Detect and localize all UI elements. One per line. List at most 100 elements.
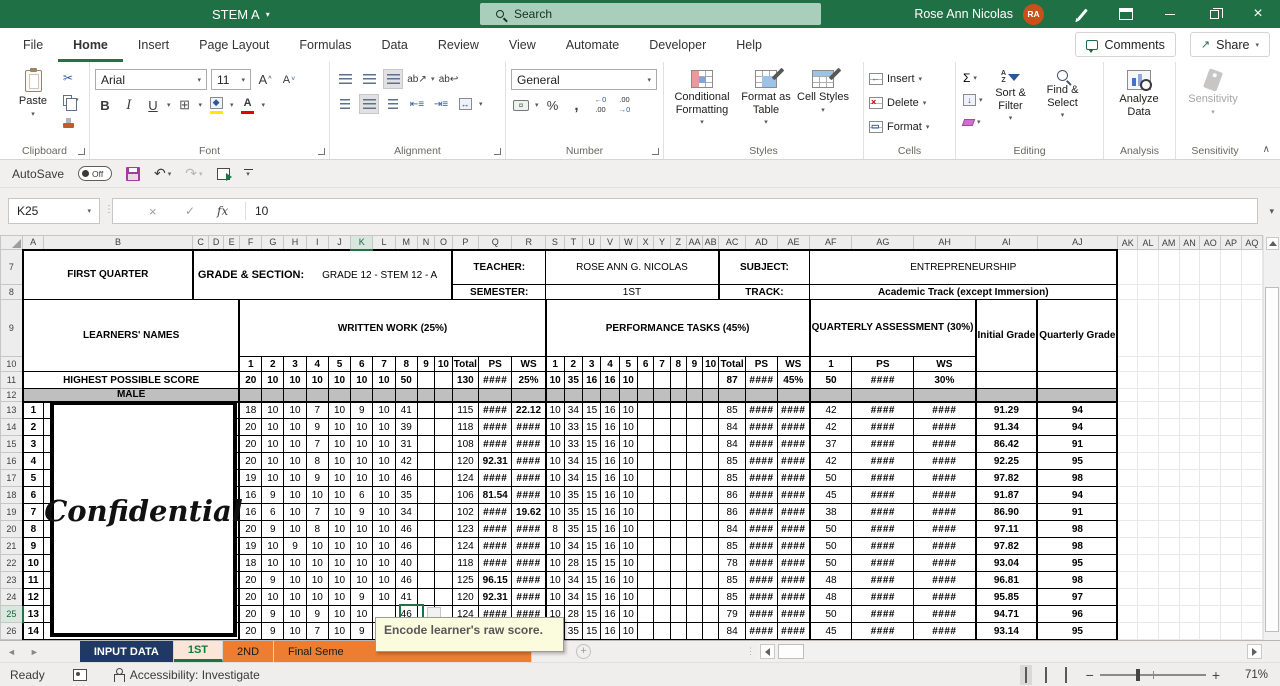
cell[interactable]: 97.82 bbox=[974, 469, 1038, 487]
cell[interactable]: #### bbox=[511, 469, 547, 487]
cell[interactable] bbox=[1240, 469, 1263, 487]
cell[interactable]: 11 bbox=[21, 571, 44, 589]
cell[interactable] bbox=[702, 554, 720, 572]
cell[interactable]: 10 bbox=[327, 605, 352, 623]
cell[interactable] bbox=[702, 452, 720, 470]
cell[interactable]: #### bbox=[776, 537, 811, 555]
cell[interactable] bbox=[653, 503, 671, 521]
cell[interactable]: 85 bbox=[718, 571, 746, 589]
restore-button[interactable] bbox=[1192, 0, 1236, 28]
cell[interactable]: #### bbox=[511, 452, 547, 470]
cell[interactable] bbox=[702, 503, 720, 521]
cell[interactable]: #### bbox=[851, 571, 915, 589]
cell[interactable]: 98 bbox=[1036, 469, 1119, 487]
cell[interactable]: 10 bbox=[618, 537, 638, 555]
cell[interactable] bbox=[434, 520, 453, 538]
cell[interactable] bbox=[581, 388, 602, 402]
column-header[interactable]: AI bbox=[975, 235, 1038, 250]
cell[interactable]: #### bbox=[511, 554, 547, 572]
cell[interactable] bbox=[416, 520, 436, 538]
cell[interactable]: 20 bbox=[238, 452, 263, 470]
cell[interactable]: #### bbox=[511, 571, 547, 589]
cell[interactable]: 10 bbox=[618, 418, 638, 436]
cell[interactable]: #### bbox=[913, 537, 976, 555]
cell[interactable]: #### bbox=[477, 435, 513, 453]
cell[interactable]: #### bbox=[776, 622, 811, 640]
cell[interactable] bbox=[1116, 356, 1139, 372]
cell[interactable]: #### bbox=[477, 400, 513, 419]
cell[interactable] bbox=[1157, 435, 1180, 453]
ribbon-tab-file[interactable]: File bbox=[8, 28, 58, 62]
cell[interactable]: ROSE ANN G. NICOLAS bbox=[545, 248, 720, 285]
comma-style-button[interactable]: , bbox=[567, 95, 587, 115]
cell[interactable]: #### bbox=[776, 503, 811, 521]
cell[interactable]: 96 bbox=[1036, 605, 1119, 623]
cell[interactable] bbox=[702, 388, 720, 402]
cell[interactable] bbox=[653, 554, 671, 572]
cell[interactable]: 10 bbox=[544, 537, 565, 555]
cell[interactable] bbox=[1240, 486, 1263, 504]
cell[interactable] bbox=[1157, 401, 1180, 419]
cell[interactable]: 10 bbox=[350, 452, 374, 470]
cell[interactable] bbox=[1199, 503, 1222, 521]
cell[interactable]: 123 bbox=[451, 520, 479, 538]
cell[interactable]: 10 bbox=[544, 588, 565, 606]
cell[interactable]: 20 bbox=[238, 571, 263, 589]
cell[interactable] bbox=[434, 503, 453, 521]
increase-decimal-button[interactable]: ←0.00 bbox=[591, 95, 611, 115]
cell[interactable]: 9 bbox=[305, 469, 329, 487]
cell[interactable]: 31 bbox=[394, 435, 418, 453]
cell[interactable] bbox=[718, 388, 746, 402]
cell[interactable]: 93.04 bbox=[974, 554, 1038, 572]
cell[interactable]: #### bbox=[477, 418, 513, 436]
select-all-corner[interactable] bbox=[0, 235, 24, 250]
cell[interactable] bbox=[974, 388, 1038, 402]
cell[interactable]: MALE bbox=[21, 388, 240, 402]
cell[interactable] bbox=[636, 371, 655, 389]
row-header[interactable]: 10 bbox=[0, 356, 24, 372]
cell[interactable]: 35 bbox=[563, 486, 584, 504]
cell[interactable] bbox=[1240, 452, 1263, 470]
cell[interactable]: 7 bbox=[372, 356, 396, 372]
cell[interactable]: 15 bbox=[581, 452, 602, 470]
cell[interactable]: 14 bbox=[21, 622, 44, 640]
cell[interactable]: 10 bbox=[544, 371, 565, 389]
cell[interactable] bbox=[669, 537, 687, 555]
cell[interactable]: 20 bbox=[238, 588, 263, 606]
cell[interactable] bbox=[653, 605, 671, 623]
merge-center-button[interactable]: ↔ bbox=[455, 94, 475, 114]
cell[interactable]: #### bbox=[913, 400, 976, 419]
cell[interactable] bbox=[1116, 537, 1139, 555]
conditional-formatting-button[interactable]: Conditional Formatting ▾ bbox=[669, 67, 735, 141]
cell[interactable]: 50 bbox=[808, 371, 853, 389]
cell[interactable]: WRITTEN WORK (25%) bbox=[238, 299, 547, 357]
cell[interactable]: 5 bbox=[327, 356, 352, 372]
cell[interactable] bbox=[1240, 554, 1263, 572]
cell[interactable]: 42 bbox=[394, 452, 418, 470]
row-header[interactable]: 21 bbox=[0, 537, 24, 555]
cell[interactable]: 10 bbox=[327, 400, 352, 419]
cell[interactable]: 10 bbox=[327, 554, 352, 572]
cell[interactable] bbox=[1157, 503, 1180, 521]
cell[interactable]: 5 bbox=[618, 356, 638, 372]
cell[interactable]: 34 bbox=[563, 571, 584, 589]
cell[interactable]: 10 bbox=[305, 588, 329, 606]
cell[interactable]: #### bbox=[776, 486, 811, 504]
cell[interactable] bbox=[1220, 418, 1242, 436]
cell[interactable] bbox=[1116, 605, 1139, 623]
sensitivity-button[interactable]: Sensitivity ▾ bbox=[1181, 67, 1245, 141]
cell[interactable]: 41 bbox=[394, 400, 418, 419]
cell[interactable]: 16 bbox=[600, 452, 620, 470]
cell[interactable]: 46 bbox=[394, 537, 418, 555]
zoom-level[interactable]: 71% bbox=[1226, 669, 1268, 681]
cell[interactable]: 10 bbox=[283, 622, 307, 640]
cell[interactable]: 10 bbox=[327, 503, 352, 521]
cell[interactable]: 8 bbox=[305, 452, 329, 470]
cell[interactable]: 46 bbox=[394, 469, 418, 487]
find-select-button[interactable]: Find & Select ▾ bbox=[1037, 67, 1089, 141]
ribbon-tab-page-layout[interactable]: Page Layout bbox=[184, 28, 284, 62]
column-header[interactable]: D bbox=[207, 235, 225, 250]
cell[interactable] bbox=[1240, 435, 1263, 453]
cell[interactable]: #### bbox=[851, 622, 915, 640]
cell[interactable] bbox=[1178, 452, 1201, 470]
